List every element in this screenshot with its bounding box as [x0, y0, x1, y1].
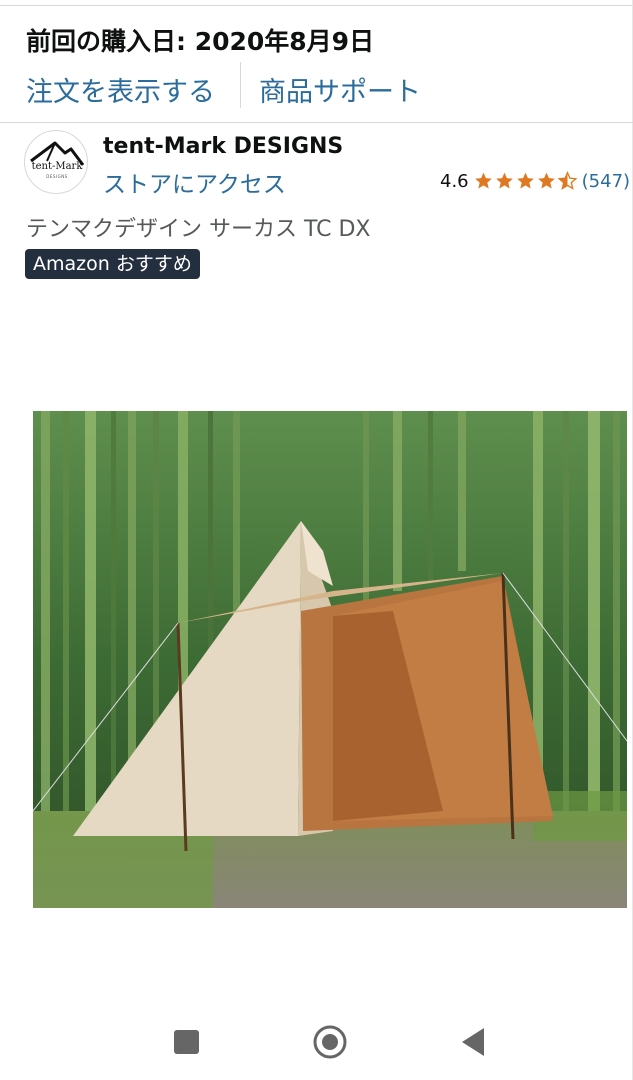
triangle-back-icon[interactable]	[452, 1020, 496, 1064]
section-divider	[0, 122, 633, 123]
view-order-link[interactable]: 注文を表示する	[26, 70, 215, 109]
brand-logo[interactable]: tent-Mark DESIGNS	[24, 130, 88, 194]
order-actions: 注文を表示する 商品サポート	[0, 62, 633, 112]
star-full-icon	[495, 172, 513, 189]
visit-store-link[interactable]: ストアにアクセス	[103, 165, 286, 199]
star-rating	[473, 171, 578, 191]
star-full-icon	[474, 172, 492, 189]
rating-summary[interactable]: 4.6 (547)	[440, 169, 630, 193]
brand-logo-subtext: DESIGNS	[46, 174, 68, 179]
circle-home-icon[interactable]	[308, 1020, 352, 1064]
product-photo-tent	[33, 411, 627, 908]
square-recents-icon[interactable]	[165, 1020, 209, 1064]
brand-logo-text: tent-Mark	[31, 161, 83, 172]
star-half-icon	[557, 171, 578, 190]
last-purchase-date: 前回の購入日: 2020年8月9日	[26, 27, 375, 56]
rating-value: 4.6	[440, 170, 469, 192]
product-support-link[interactable]: 商品サポート	[259, 70, 421, 109]
star-full-icon	[516, 172, 534, 189]
review-count[interactable]: (547)	[582, 171, 630, 192]
brand-name: tent-Mark DESIGNS	[103, 134, 344, 159]
product-title[interactable]: テンマクデザイン サーカス TC DX	[26, 211, 371, 243]
star-full-icon	[537, 172, 555, 189]
android-navigation-bar	[0, 1000, 633, 1080]
product-image[interactable]	[33, 411, 627, 908]
top-edge	[0, 0, 633, 6]
amazon-choice-badge: Amazon おすすめ	[25, 249, 200, 279]
action-divider	[240, 62, 241, 108]
